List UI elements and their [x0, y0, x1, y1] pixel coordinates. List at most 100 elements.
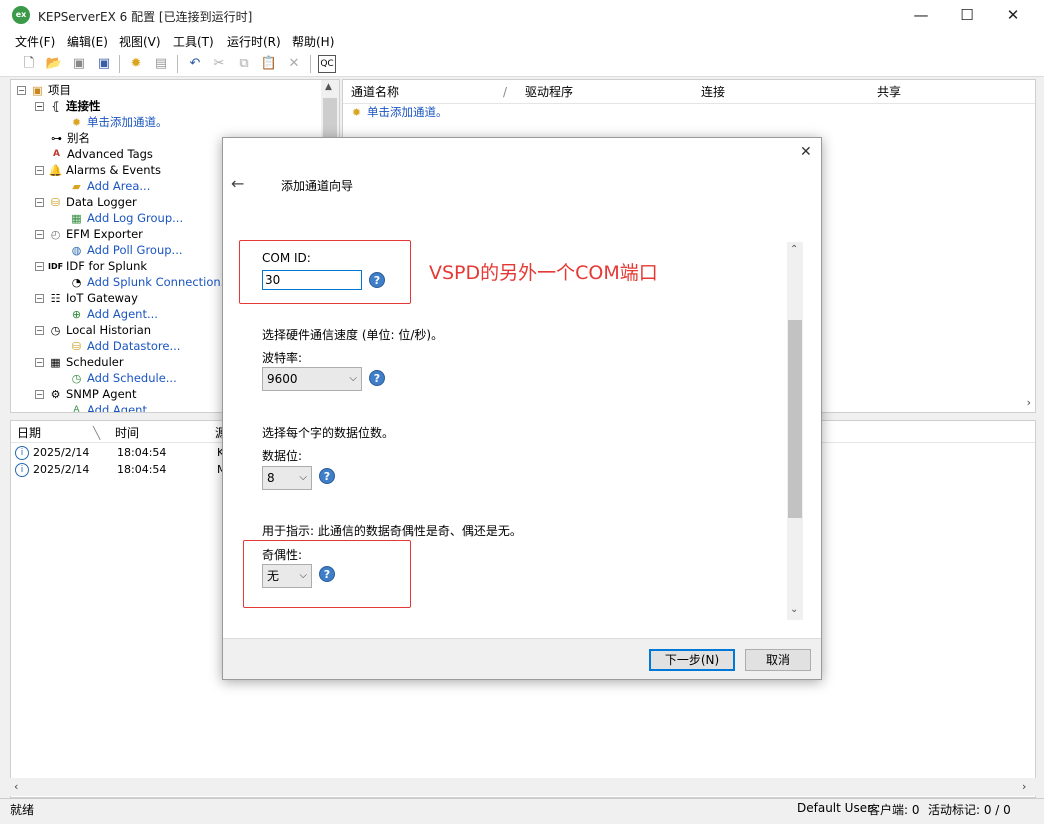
menu-bar: 文件(F) 编辑(E) 视图(V) 工具(T) 运行时(R) 帮助(H) [0, 31, 1044, 51]
open-folder-icon[interactable]: 📂 [45, 55, 63, 73]
undo-icon[interactable]: ↶ [186, 55, 204, 73]
tree-root[interactable]: − ▣ 项目 [17, 82, 71, 98]
databits-description: 选择每个字的数据位数。 [262, 426, 395, 440]
gear-icon: ✹ [71, 116, 82, 129]
cut-icon[interactable]: ✂ [210, 55, 228, 73]
help-icon[interactable]: ? [319, 468, 335, 484]
scroll-thumb[interactable] [788, 320, 802, 518]
chevron-down-icon[interactable]: ⌄ [790, 604, 798, 615]
alias-icon: ⊶ [51, 132, 62, 145]
next-button[interactable]: 下一步(N) [649, 649, 735, 671]
window-title: KEPServerEX 6 配置 [已连接到运行时] [38, 10, 253, 24]
tree-add-splunk[interactable]: ◔ Add Splunk Connection... [69, 274, 232, 290]
scroll-up-icon[interactable]: ▲ [325, 82, 332, 92]
annotation-text: VSPD的另外一个COM端口 [429, 262, 658, 284]
save-icon[interactable]: ▣ [70, 55, 88, 73]
calendar-icon: ▦ [50, 356, 61, 369]
menu-view[interactable]: 视图(V) [119, 33, 161, 50]
scroll-left-icon[interactable]: ‹ [14, 780, 18, 793]
chevron-down-icon: ⌵ [349, 373, 357, 384]
tree-advanced-tags[interactable]: A Advanced Tags [49, 146, 153, 162]
maximize-button[interactable]: ☐ [944, 0, 990, 31]
col-driver[interactable]: 驱动程序 [525, 82, 573, 102]
tree-add-schedule[interactable]: ◷ Add Schedule... [69, 370, 177, 386]
project-icon: ▣ [32, 84, 43, 97]
parity-select[interactable]: 无 ⌵ [262, 564, 312, 588]
advanced-tags-icon: A [53, 149, 60, 159]
tree-scheduler[interactable]: − ▦ Scheduler [35, 354, 124, 370]
delete-icon[interactable]: ✕ [285, 55, 303, 73]
scroll-right-icon[interactable]: › [1027, 396, 1031, 409]
col-connection[interactable]: 连接 [701, 82, 725, 102]
minimize-button[interactable]: — [898, 0, 944, 31]
tree-data-logger[interactable]: − ⛁ Data Logger [35, 194, 137, 210]
chevron-up-icon[interactable]: ⌃ [790, 244, 798, 255]
col-shared[interactable]: 共享 [877, 82, 901, 102]
folder-icon: ▰ [72, 180, 81, 193]
tree-efm[interactable]: − ◴ EFM Exporter [35, 226, 143, 242]
cancel-button[interactable]: 取消 [745, 649, 811, 671]
new-file-icon[interactable]: 🗋 [20, 55, 38, 73]
tree-add-agent-snmp[interactable]: A Add Agent... [69, 402, 158, 412]
help-icon[interactable]: ? [319, 566, 335, 582]
info-icon: i [15, 446, 29, 460]
paste-icon[interactable]: 📋 [260, 55, 278, 73]
col-time[interactable]: 时间 [115, 423, 139, 443]
network-icon: ☷ [50, 292, 61, 305]
com-id-input[interactable] [262, 270, 362, 290]
close-button[interactable]: ✕ [990, 0, 1036, 31]
quick-client-icon[interactable]: QC [318, 55, 336, 73]
col-date[interactable]: 日期 [17, 423, 41, 443]
chevron-down-icon: ⌵ [299, 570, 307, 581]
help-icon[interactable]: ? [369, 272, 385, 288]
tree-add-log-group[interactable]: ▦ Add Log Group... [69, 210, 183, 226]
new-channel-icon[interactable]: ✹ [127, 55, 145, 73]
dialog-close-icon[interactable]: ✕ [800, 144, 812, 160]
menu-edit[interactable]: 编辑(E) [67, 33, 108, 50]
clock-icon: ◷ [50, 324, 61, 337]
properties-icon[interactable]: ▤ [152, 55, 170, 73]
menu-help[interactable]: 帮助(H) [292, 33, 334, 50]
tree-add-datastore[interactable]: ⛁ Add Datastore... [69, 338, 181, 354]
tree-alarms[interactable]: − 🔔 Alarms & Events [35, 162, 161, 178]
agent-icon: ⊕ [71, 308, 82, 321]
back-arrow-icon[interactable]: ← [231, 174, 244, 193]
copy-icon[interactable]: ⧉ [235, 55, 253, 73]
tree-add-poll-group[interactable]: ◍ Add Poll Group... [69, 242, 183, 258]
scroll-right-icon[interactable]: › [1022, 780, 1026, 793]
bell-icon: 🔔 [48, 164, 63, 177]
baud-rate-select[interactable]: 9600 ⌵ [262, 367, 362, 391]
tree-add-agent[interactable]: ⊕ Add Agent... [69, 306, 158, 322]
menu-runtime[interactable]: 运行时(R) [227, 33, 281, 50]
tree-connectivity[interactable]: − ⦃ 连接性 [35, 98, 101, 114]
channel-add-row[interactable]: ✹ 单击添加通道。 [349, 104, 448, 120]
status-bar: 就绪 Default User 客户端: 0 活动标记: 0 / 0 [0, 798, 1044, 818]
dialog-title: 添加通道向导 [281, 179, 354, 193]
gear-icon: ✹ [351, 106, 362, 119]
toolbar-separator [177, 55, 178, 73]
databits-select[interactable]: 8 ⌵ [262, 466, 312, 490]
tree-add-channel[interactable]: ✹ 单击添加通道。 [69, 114, 168, 130]
tree-historian[interactable]: − ◷ Local Historian [35, 322, 151, 338]
database-icon: ⛁ [50, 196, 61, 209]
tree-iot[interactable]: − ☷ IoT Gateway [35, 290, 138, 306]
log-time: 18:04:54 [117, 446, 167, 459]
log-date: 2025/2/14 [33, 446, 90, 459]
menu-tools[interactable]: 工具(T) [173, 33, 214, 50]
col-channel-name[interactable]: 通道名称 [351, 82, 399, 102]
save-as-icon[interactable]: ▣ [95, 55, 113, 73]
dialog-scrollbar[interactable]: ⌃ ⌄ [787, 242, 803, 620]
status-active-tags: 活动标记: 0 / 0 [928, 803, 1011, 817]
gauge-icon: ◴ [50, 228, 61, 241]
tree-idf[interactable]: − IDF IDF for Splunk [35, 258, 147, 274]
tree-add-area[interactable]: ▰ Add Area... [69, 178, 150, 194]
status-clients: 客户端: 0 [868, 803, 920, 817]
splunk-icon: ◔ [71, 276, 82, 289]
menu-file[interactable]: 文件(F) [15, 33, 55, 50]
tree-aliases[interactable]: ⊶ 别名 [49, 130, 90, 146]
channel-header: 通道名称 / 驱动程序 连接 共享 [343, 80, 1035, 104]
idf-icon: IDF [48, 262, 64, 271]
log-horizontal-scrollbar[interactable]: ‹ › [10, 778, 1036, 796]
help-icon[interactable]: ? [369, 370, 385, 386]
tree-snmp[interactable]: − ⚙ SNMP Agent [35, 386, 136, 402]
